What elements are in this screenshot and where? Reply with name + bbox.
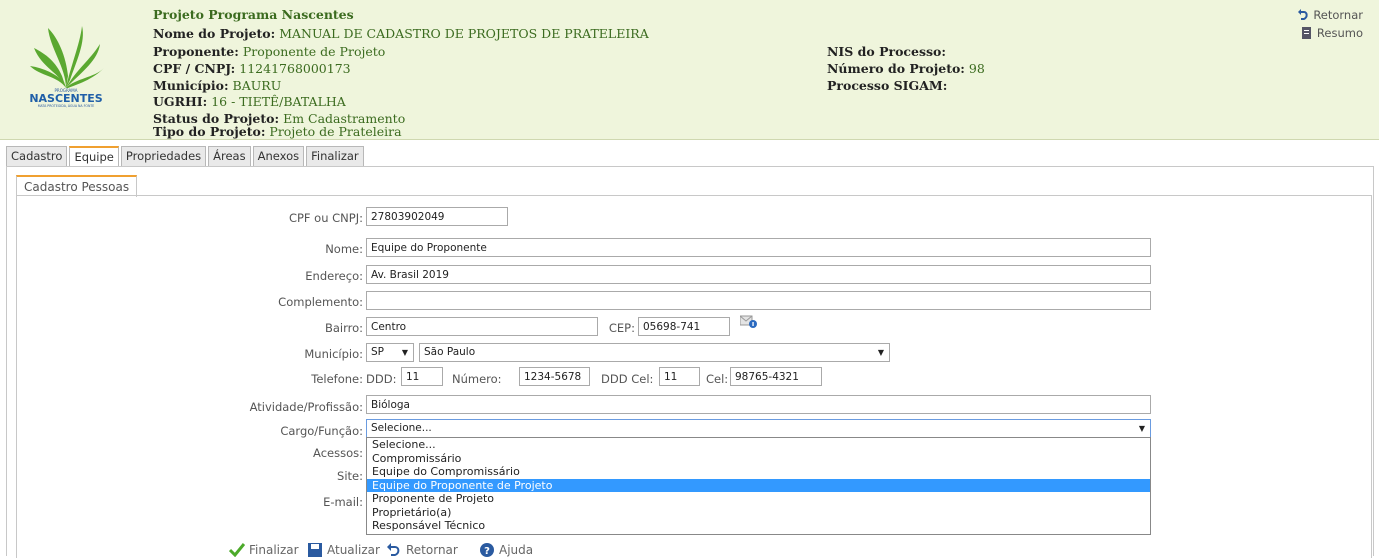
project-header: PROGRAMA NASCENTES MATA PROTEGIDA, ÁGUA …: [0, 0, 1379, 140]
nome-label: Nome:: [325, 242, 363, 256]
site-label: Site:: [337, 469, 363, 483]
resumo-link[interactable]: Resumo: [1301, 26, 1363, 40]
acessos-label: Acessos:: [313, 446, 363, 460]
undo-icon: [1298, 9, 1308, 20]
cargo-option[interactable]: Responsável Técnico: [367, 519, 1150, 533]
svg-text:?: ?: [484, 546, 490, 557]
header-line: UGRHI: 16 - TIETÊ/BATALHA: [153, 94, 346, 109]
cep-label: CEP:: [608, 321, 635, 335]
cpf-input[interactable]: 27803902049: [366, 207, 508, 226]
cargo-dropdown-list[interactable]: Selecione... Compromissário Equipe do Co…: [366, 437, 1151, 535]
cargo-label: Cargo/Função:: [280, 424, 363, 438]
tab-propriedades[interactable]: Propriedades: [120, 146, 207, 166]
header-line: Município: BAURU: [153, 78, 282, 93]
numero-projeto: Número do Projeto: 98: [827, 61, 985, 76]
atividade-label: Atividade/Profissão:: [249, 400, 363, 414]
cel-input[interactable]: 98765-4321: [730, 367, 822, 386]
header-line: Nome do Projeto: MANUAL DE CADASTRO DE P…: [153, 26, 649, 41]
retornar-link[interactable]: Retornar: [1297, 8, 1363, 22]
email-label: E-mail:: [323, 495, 363, 509]
tab-anexos[interactable]: Anexos: [252, 146, 305, 166]
subtab-cadastro-pessoas[interactable]: Cadastro Pessoas: [16, 175, 138, 197]
cep-search-icon[interactable]: [740, 315, 758, 329]
tab-equipe[interactable]: Equipe: [69, 146, 119, 168]
cargo-select[interactable]: Selecione... ▼: [366, 419, 1151, 438]
endereco-input[interactable]: Av. Brasil 2019: [366, 265, 1151, 284]
complemento-input[interactable]: [366, 291, 1151, 310]
ddd-cel-input[interactable]: 11: [659, 367, 700, 386]
atividade-input[interactable]: Bióloga: [366, 395, 1151, 414]
ddd-label: DDD:: [366, 372, 397, 386]
main-tabs: Cadastro Equipe Propriedades Áreas Anexo…: [6, 146, 364, 168]
municipio-select[interactable]: São Paulo ▼: [419, 343, 890, 362]
ddd-input[interactable]: 11: [401, 367, 443, 386]
header-line: Proponente: Proponente de Projeto: [153, 44, 386, 59]
tab-cadastro[interactable]: Cadastro: [6, 146, 68, 166]
header-line: Tipo do Projeto: Projeto de Prateleira: [153, 124, 402, 139]
cargo-option[interactable]: Equipe do Compromissário: [367, 465, 1150, 479]
cargo-option[interactable]: Proponente de Projeto: [367, 492, 1150, 506]
municipio-label: Município:: [304, 347, 363, 361]
chevron-down-icon: ▼: [401, 348, 408, 357]
cep-input[interactable]: 05698-741: [638, 317, 730, 336]
cargo-option-highlighted[interactable]: Equipe do Proponente de Projeto: [367, 478, 1150, 492]
cpf-label: CPF ou CNPJ:: [288, 211, 363, 225]
document-icon: [1301, 27, 1311, 39]
tab-finalizar[interactable]: Finalizar: [306, 146, 364, 166]
telefone-label: Telefone:: [311, 372, 363, 386]
processo-sigam: Processo SIGAM:: [827, 78, 948, 93]
cargo-option[interactable]: Selecione...: [367, 438, 1150, 452]
nome-input[interactable]: Equipe do Proponente: [366, 238, 1151, 257]
complemento-label: Complemento:: [278, 295, 363, 309]
cargo-option[interactable]: Proprietário(a): [367, 506, 1150, 520]
uf-select[interactable]: SP ▼: [366, 343, 414, 362]
numero-label: Número:: [452, 372, 502, 386]
numero-input[interactable]: 1234-5678: [519, 367, 590, 386]
cel-label: Cel:: [706, 372, 729, 386]
nis-processo: NIS do Processo:: [827, 44, 946, 59]
endereco-label: Endereço:: [305, 269, 363, 283]
ddd-cel-label: DDD Cel:: [601, 372, 654, 386]
program-title: Projeto Programa Nascentes: [153, 7, 354, 22]
header-line: CPF / CNPJ: 11241768000173: [153, 61, 351, 76]
cargo-option[interactable]: Compromissário: [367, 452, 1150, 466]
chevron-down-icon: ▼: [1138, 424, 1145, 433]
chevron-down-icon: ▼: [877, 348, 884, 357]
tab-areas[interactable]: Áreas: [208, 146, 251, 166]
nascentes-logo: PROGRAMA NASCENTES MATA PROTEGIDA, ÁGUA …: [20, 18, 112, 110]
svg-text:MATA PROTEGIDA, ÁGUA NA FONTE: MATA PROTEGIDA, ÁGUA NA FONTE: [38, 103, 95, 108]
bairro-label: Bairro:: [324, 321, 363, 335]
bairro-input[interactable]: Centro: [366, 317, 598, 336]
